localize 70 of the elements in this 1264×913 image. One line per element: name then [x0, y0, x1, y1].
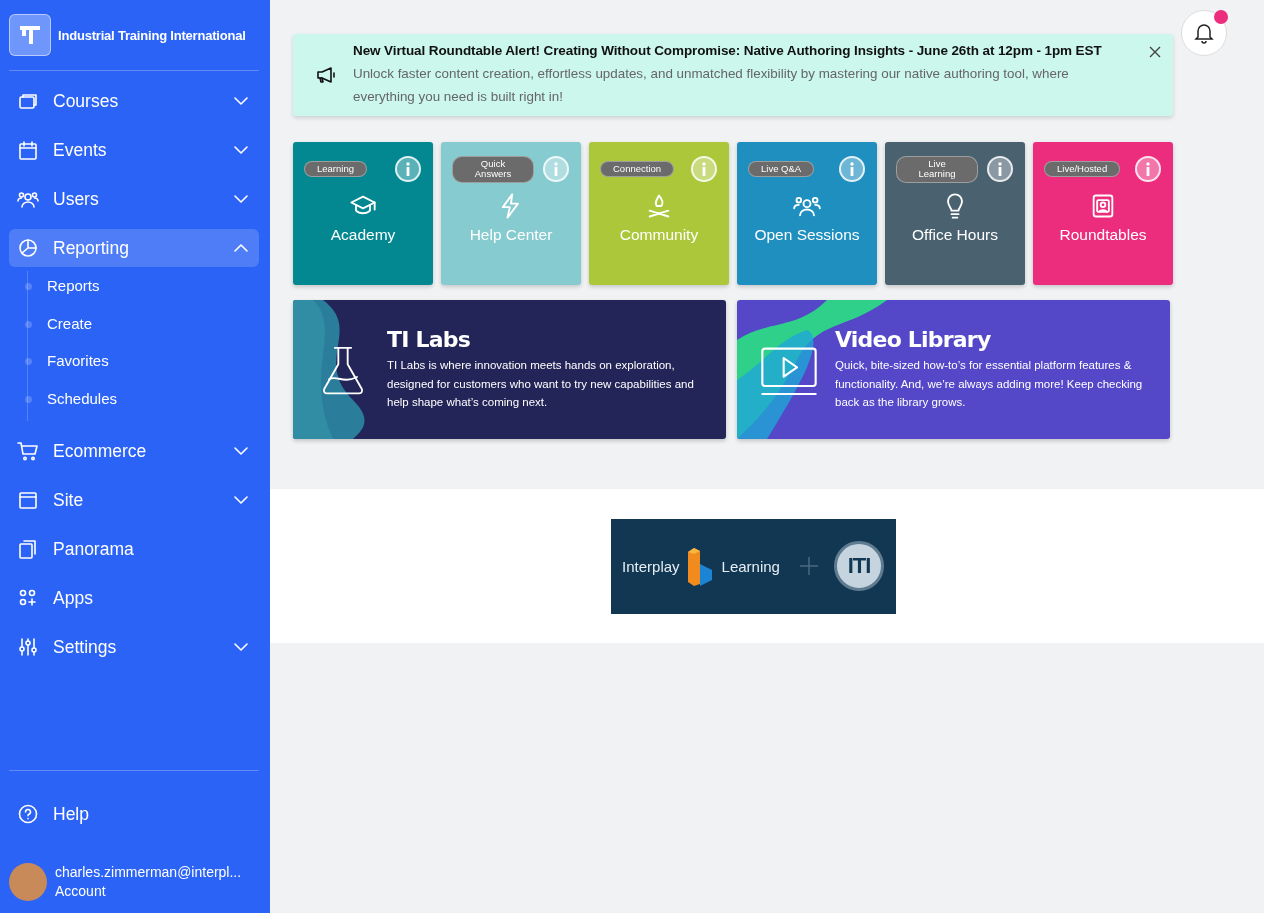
nav-item[interactable]: Panorama: [9, 530, 259, 568]
tile-tag: Connection: [600, 160, 675, 178]
nav-item[interactable]: Settings: [9, 628, 259, 666]
tile-tag: Live Q&A: [748, 160, 815, 178]
pie-chart-icon: [17, 237, 39, 259]
brand-logo[interactable]: [9, 14, 51, 56]
calendar-icon: [17, 139, 39, 161]
chevron-down-icon: [233, 445, 249, 457]
tile-tag: Learning: [304, 160, 367, 178]
windows-icon: [17, 538, 39, 560]
nav-subitem[interactable]: Schedules: [25, 383, 118, 414]
tile-title: Help Center: [469, 226, 553, 244]
promo-description: TI Labs is where innovation meets hands on exploration, designed for customers who want to try new capabilities and help shape what’s coming next.: [387, 358, 695, 411]
bell-icon: [1194, 22, 1214, 44]
tile-title: Roundtables: [1059, 226, 1147, 244]
account-link[interactable]: Account: [55, 882, 242, 901]
tile-title: Community: [619, 226, 699, 244]
promo-title: Video Library: [835, 327, 992, 353]
alert-message: Unlock faster content creation, effortless updates, and unmatched flexibility by mastering our native authoring tool, where everything you need is built right in!: [353, 65, 1070, 106]
tile-title: Office Hours: [912, 226, 998, 244]
chevron-down-icon: [233, 144, 249, 156]
category-tile[interactable]: Learning Academy: [293, 142, 433, 285]
nav-item[interactable]: Users: [9, 180, 259, 218]
account-email: charles.zimmerman@interpl...: [55, 863, 242, 882]
category-tile[interactable]: Live Learning Office Hours: [885, 142, 1025, 285]
tile-tag: Quick Answers: [452, 155, 534, 183]
tile-tag: Live Learning: [896, 155, 978, 183]
nav-subitem[interactable]: Reports: [25, 271, 100, 301]
category-tile[interactable]: Live Q&A Open Sessions: [737, 142, 877, 285]
notification-button[interactable]: [1181, 10, 1227, 56]
chevron-down-icon: [233, 193, 249, 205]
nav-item[interactable]: Ecommerce: [9, 432, 259, 470]
help-icon: [17, 803, 39, 825]
category-tile[interactable]: Quick Answers Help Center: [441, 142, 581, 285]
nav-item[interactable]: Apps: [9, 579, 259, 617]
promo-card[interactable]: Video Library Quick, bite-sized how-to’s for essential platform features & functionality. And, we’re always adding more! Keep checking back as the library grows.: [737, 300, 1170, 439]
info-icon[interactable]: [839, 156, 865, 182]
chevron-down-icon: [233, 494, 249, 506]
cart-icon: [17, 440, 39, 462]
apps-icon: [17, 587, 39, 609]
promo-description: Quick, bite-sized how-to’s for essential platform features & functionality. And, we’re always adding more! Keep checking back as the library grows.: [835, 358, 1144, 411]
megaphone-icon: [315, 64, 337, 86]
tile-tag: Live/Hosted: [1044, 160, 1121, 178]
sliders-icon: [17, 636, 39, 658]
category-tile[interactable]: Live/Hosted Roundtables: [1033, 142, 1173, 285]
category-tile[interactable]: Connection Community: [589, 142, 729, 285]
info-icon[interactable]: [987, 156, 1013, 182]
alert-title: New Virtual Roundtable Alert! Creating Without Compromise: Native Authoring Insights - June 26th at 12pm - 1pm EST: [353, 42, 1103, 60]
info-icon[interactable]: [395, 156, 421, 182]
nav-item[interactable]: Reporting: [9, 229, 259, 267]
partner-name: Learning: [721, 557, 780, 575]
browser-icon: [17, 489, 39, 511]
chevron-up-icon: [233, 242, 249, 254]
tile-title: Academy: [330, 226, 396, 244]
chevron-down-icon: [233, 95, 249, 107]
partner-name: Interplay: [622, 557, 680, 575]
nav-item[interactable]: Courses: [9, 82, 259, 120]
promo-title: TI Labs: [387, 327, 471, 353]
brand-name: Industrial Training International: [58, 27, 246, 43]
help-link[interactable]: Help: [9, 795, 259, 833]
nav-subitem[interactable]: Create: [25, 308, 93, 339]
info-icon[interactable]: [1135, 156, 1161, 182]
nav-item[interactable]: Events: [9, 131, 259, 169]
nav-item[interactable]: Site: [9, 481, 259, 519]
nav-subitem[interactable]: Favorites: [25, 346, 109, 376]
close-button[interactable]: [1149, 46, 1161, 58]
promo-card[interactable]: TI Labs TI Labs is where innovation meets hands on exploration, designed for customers who want to try new capabilities and help shape what’s coming next.: [293, 300, 726, 439]
chevron-down-icon: [233, 641, 249, 653]
tile-title: Open Sessions: [754, 226, 860, 244]
iti-logo: ITI: [833, 541, 884, 591]
